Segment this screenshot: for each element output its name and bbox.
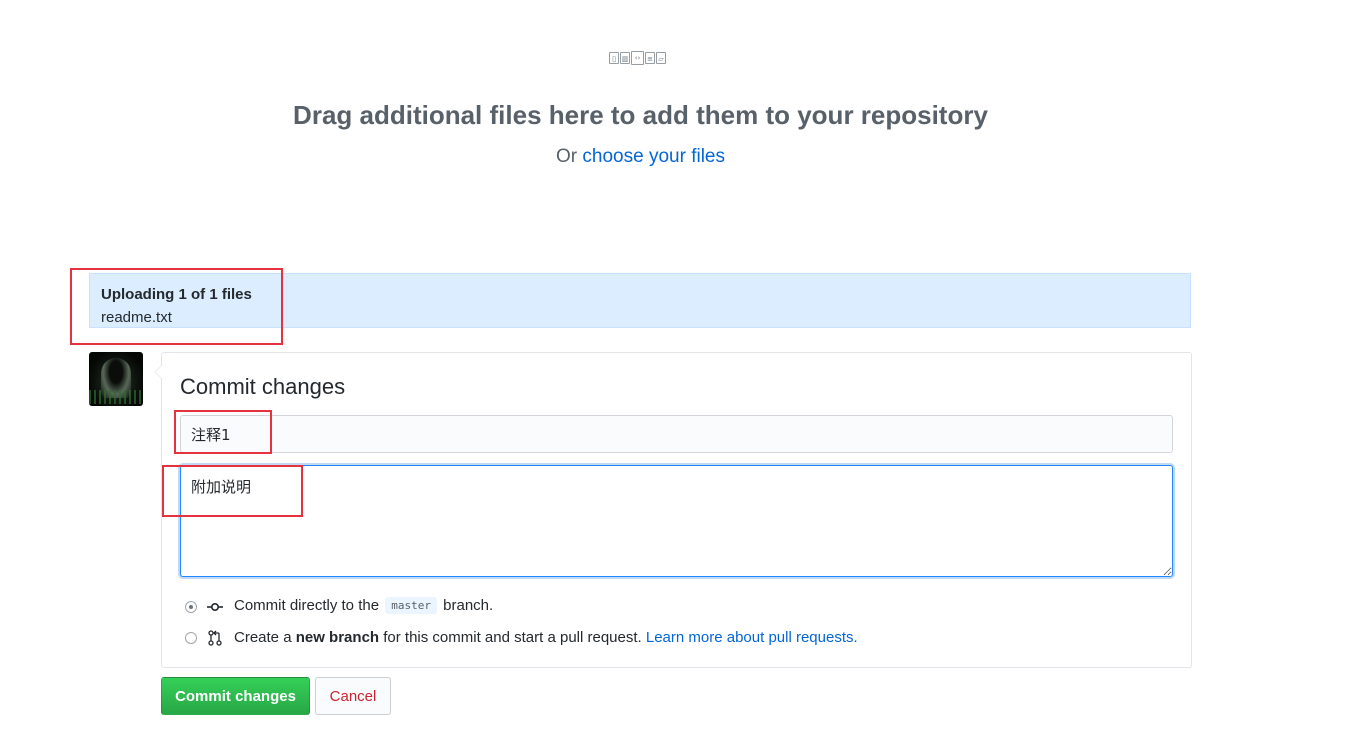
option-direct-prefix: Commit directly to the	[234, 597, 380, 614]
file-code-icon: ‹›	[631, 51, 644, 65]
file-icon: ▯	[609, 52, 619, 64]
option-new-suffix: for this commit and start a pull request…	[383, 629, 642, 646]
uploaded-file-name: readme.txt	[101, 309, 172, 326]
file-media-icon: ▥	[620, 52, 630, 64]
cancel-button[interactable]: Cancel	[315, 677, 391, 715]
option-new-branch-text: Create a new branch for this commit and …	[234, 629, 858, 646]
file-text-icon: ≡	[645, 52, 655, 64]
commit-description-textarea[interactable]: 附加说明	[180, 465, 1173, 577]
upload-status-text: Uploading 1 of 1 files	[101, 286, 252, 303]
option-direct-suffix: branch.	[443, 597, 494, 614]
branch-name-badge: master	[385, 597, 437, 614]
commit-heading: Commit changes	[180, 374, 346, 399]
commit-changes-button[interactable]: Commit changes	[161, 677, 310, 715]
git-commit-icon	[207, 602, 223, 612]
commit-summary-input[interactable]	[180, 415, 1173, 453]
learn-more-pull-requests-link[interactable]: Learn more about pull requests.	[646, 629, 858, 646]
file-type-icons: ▯ ▥ ‹› ≡ ▱	[609, 51, 666, 65]
radio-commit-direct[interactable]	[185, 601, 197, 613]
option-commit-direct-text: Commit directly to the master branch.	[234, 597, 493, 614]
git-pull-request-icon	[208, 630, 222, 646]
upload-status-bar: Uploading 1 of 1 files readme.txt	[89, 273, 1191, 328]
avatar-code-pattern	[89, 390, 143, 404]
choose-files-link[interactable]: choose your files	[582, 146, 725, 167]
dropzone-subtitle: Or choose your files	[0, 146, 1281, 168]
option-new-bold: new branch	[295, 629, 380, 646]
option-new-prefix: Create a	[234, 629, 292, 646]
file-pdf-icon: ▱	[656, 52, 666, 64]
avatar	[89, 352, 143, 406]
radio-new-branch[interactable]	[185, 632, 197, 644]
dropzone-prefix: Or	[556, 146, 578, 167]
dropzone-title: Drag additional files here to add them t…	[293, 100, 988, 130]
